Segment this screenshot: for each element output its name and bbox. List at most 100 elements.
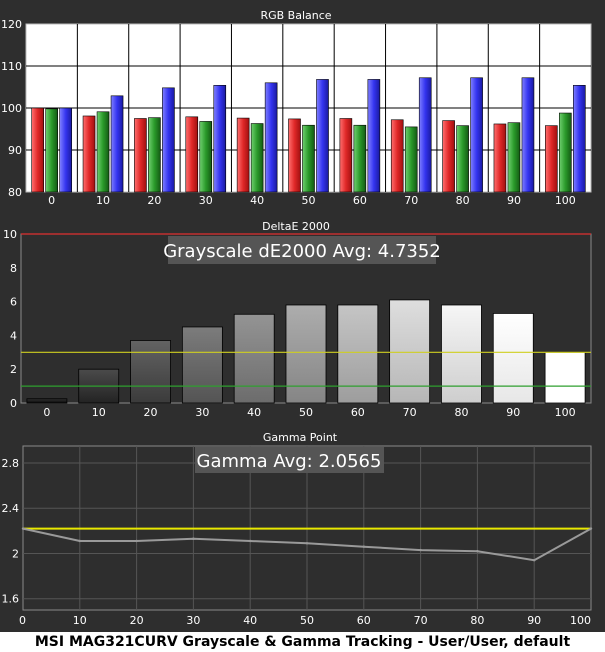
gamma-x-tick-label: 90 — [527, 614, 541, 627]
gamma-x-tick-label: 0 — [19, 614, 26, 627]
deltae-y-tick-label: 6 — [10, 296, 17, 309]
deltae-y-tick-label: 4 — [10, 329, 17, 342]
gamma-x-tick-label: 20 — [130, 614, 144, 627]
deltae-panel: DeltaE 2000 02468100 10 20 30 40 50 60 70 80 90 10… — [3, 220, 592, 419]
gamma-point — [135, 539, 138, 543]
gamma-point — [362, 545, 365, 548]
deltae-x-tick-label: 20 — [144, 406, 158, 419]
rgb-bar-blue — [367, 79, 381, 193]
rgb-bar-red — [185, 116, 199, 193]
deltae-bar — [544, 351, 586, 404]
rgb-y-tick-label: 80 — [8, 186, 22, 199]
deltae-bar — [26, 398, 68, 404]
gamma-x-tick-label: 10 — [73, 614, 87, 627]
rgb-bar-green — [302, 124, 315, 193]
deltae-average-label: Grayscale dE2000 Avg: 4.7352 — [163, 241, 441, 262]
rgb-y-tick-label: 100 — [1, 102, 22, 115]
rgb-bar-blue — [316, 79, 329, 193]
rgb-bar-blue — [521, 77, 535, 193]
rgb-bar-blue — [573, 85, 586, 193]
rgb-bar-blue — [110, 95, 124, 193]
deltae-x-tick-label: 100 — [555, 406, 576, 419]
rgb-bar-red — [236, 117, 250, 193]
gamma-point — [533, 559, 536, 562]
deltae-bar — [441, 304, 482, 404]
rgb-bar-red — [545, 125, 558, 193]
rgb-bar-blue — [213, 85, 227, 193]
rgb-balance-panel: RGB Balance 80 90 100 110 120 0 10 20 30 40 50 60 70… — [1, 9, 592, 207]
rgb-bar-blue — [59, 107, 72, 193]
gamma-panel: Gamma Point 1.6 2 2.4 2.8 0 10 20 30 40 50 60 70 80 9… — [2, 431, 593, 627]
deltae-bar — [337, 304, 379, 404]
rgb-bar-green — [250, 123, 264, 193]
deltae-title: DeltaE 2000 — [262, 220, 330, 233]
rgb-bar-green — [456, 125, 469, 193]
deltae-x-tick-label: 40 — [247, 406, 261, 419]
deltae-x-tick-label: 0 — [43, 406, 50, 419]
rgb-bar-green — [404, 126, 418, 193]
gamma-point — [21, 527, 25, 530]
gamma-y-tick-label: 2 — [12, 547, 19, 560]
gamma-point — [78, 539, 82, 543]
rgb-bar-red — [339, 118, 353, 193]
chart-stage: RGB Balance 80 90 100 110 120 0 10 20 30 40 50 60 70… — [0, 0, 605, 632]
deltae-x-tick-label: 50 — [299, 406, 313, 419]
rgb-x-tick-label: 0 — [48, 194, 55, 207]
rgb-bar-green — [353, 124, 367, 193]
deltae-x-tick-label: 30 — [195, 406, 209, 419]
gamma-point — [249, 539, 252, 543]
deltae-y-tick-label: 0 — [10, 397, 17, 410]
deltae-y-tick-label: 10 — [3, 228, 17, 241]
rgb-x-tick-label: 20 — [147, 194, 161, 207]
deltae-bar — [285, 304, 327, 404]
gamma-x-tick-label: 80 — [470, 614, 484, 627]
deltae-bar — [181, 326, 223, 404]
rgb-x-tick-label: 50 — [302, 194, 316, 207]
gamma-x-tick-label: 70 — [414, 614, 428, 627]
deltae-bar — [233, 313, 275, 404]
rgb-bar-green — [559, 112, 572, 193]
rgb-x-tick-label: 10 — [96, 194, 110, 207]
chart-canvas: RGB Balance 80901001101200 10 20 30 40 50 60 70… — [1, 9, 593, 627]
rgb-balance-title: RGB Balance — [260, 9, 331, 22]
gamma-y-tick-label: 2.4 — [2, 502, 20, 515]
rgb-y-tick-label: 90 — [8, 144, 22, 157]
rgb-bar-blue — [418, 77, 432, 193]
gamma-x-tick-label: 30 — [186, 614, 200, 627]
figure-caption: MSI MAG321CURV Grayscale & Gamma Trackin… — [34, 634, 571, 650]
rgb-x-tick-label: 40 — [250, 194, 264, 207]
rgb-bar-red — [390, 119, 404, 193]
gamma-y-tick-label: 1.6 — [2, 593, 20, 606]
gamma-x-tick-label: 50 — [300, 614, 314, 627]
gamma-point — [192, 537, 195, 540]
deltae-x-tick-label: 60 — [351, 406, 365, 419]
rgb-bar-green — [507, 122, 521, 193]
deltae-bar — [389, 299, 431, 404]
rgb-bar-red — [442, 120, 455, 193]
deltae-y-tick-label: 8 — [10, 262, 17, 275]
rgb-x-tick-label: 60 — [353, 194, 367, 207]
rgb-x-tick-label: 30 — [199, 194, 213, 207]
gamma-point — [305, 542, 309, 545]
rgb-bar-green — [45, 108, 58, 193]
gamma-point — [419, 548, 422, 552]
rgb-x-tick-label: 70 — [404, 194, 418, 207]
rgb-bar-blue — [470, 77, 483, 193]
deltae-bar — [492, 313, 534, 404]
gamma-x-tick-label: 100 — [570, 614, 591, 627]
gamma-point — [589, 527, 593, 530]
deltae-x-tick-label: 90 — [506, 406, 520, 419]
deltae-y-tick-label: 2 — [10, 363, 17, 376]
rgb-x-tick-label: 100 — [555, 194, 576, 207]
rgb-y-tick-label: 120 — [1, 18, 22, 31]
rgb-x-tick-label: 90 — [507, 194, 521, 207]
rgb-bar-blue — [162, 87, 175, 193]
rgb-bar-red — [82, 115, 96, 193]
gamma-y-tick-label: 2.8 — [2, 457, 20, 470]
rgb-y-tick-label: 110 — [1, 60, 22, 73]
gamma-x-tick-label: 60 — [357, 614, 371, 627]
rgb-bar-red — [493, 123, 507, 193]
rgb-bar-blue — [264, 82, 278, 193]
rgb-bar-red — [134, 118, 147, 193]
deltae-x-tick-label: 70 — [403, 406, 417, 419]
